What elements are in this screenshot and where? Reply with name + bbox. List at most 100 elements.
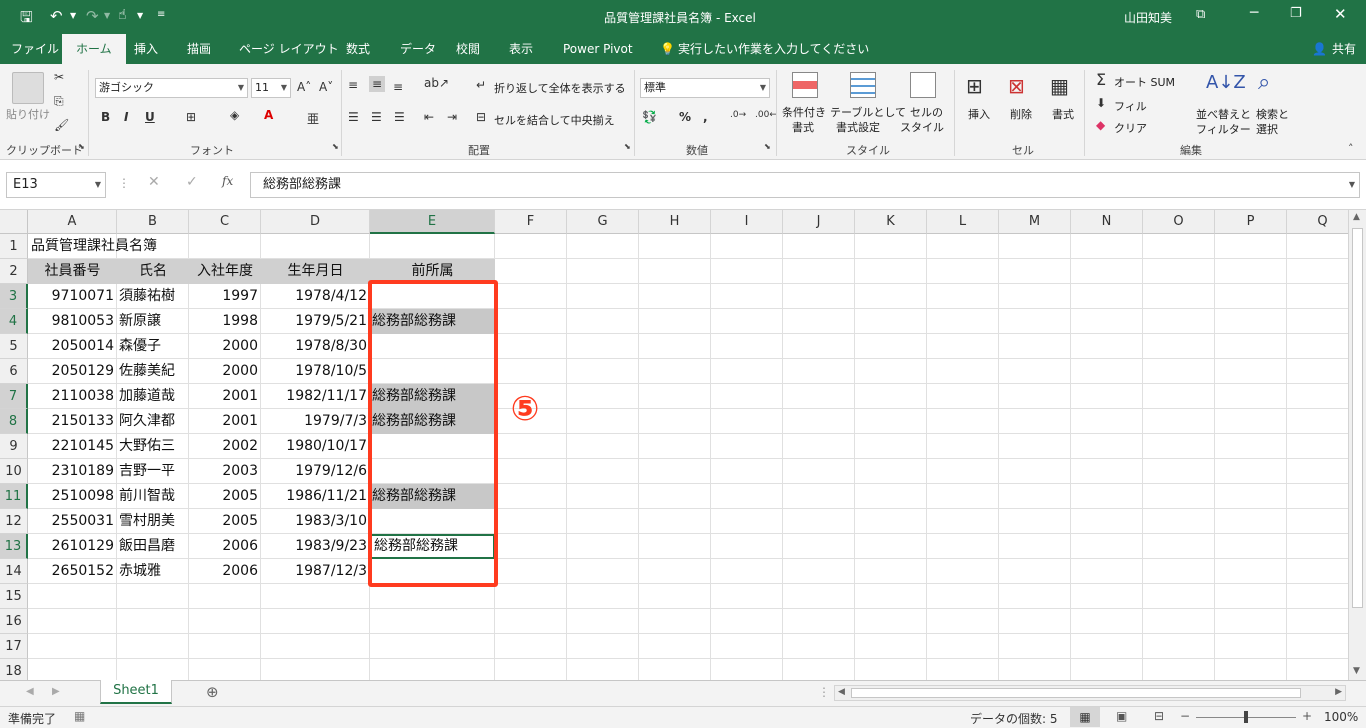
cell-previous-dept[interactable]: 総務部総務課	[370, 309, 495, 334]
autosum-button[interactable]: オート SUM	[1114, 74, 1175, 90]
clear-button[interactable]: クリア	[1114, 120, 1147, 136]
cell-previous-dept[interactable]	[370, 434, 495, 459]
column-header-c[interactable]: C	[189, 210, 261, 234]
cell-name[interactable]: 新原譲	[117, 309, 189, 334]
normal-view-icon[interactable]: ▦	[1070, 707, 1100, 727]
cell-employee-id[interactable]: 2610129	[28, 534, 117, 559]
conditional-format-label-1[interactable]: 条件付き	[782, 104, 826, 120]
ribbon-display-options-icon[interactable]: ⧉	[1196, 7, 1205, 22]
cell-join-year[interactable]: 2001	[189, 384, 261, 409]
save-icon[interactable]: 🖫	[20, 7, 33, 32]
header-cell[interactable]: 社員番号	[28, 259, 117, 284]
copy-icon[interactable]: ⎘	[54, 94, 64, 109]
increase-indent-icon[interactable]: ⇥	[447, 110, 457, 124]
undo-icon[interactable]: ↶	[50, 7, 63, 25]
cell-birth-date[interactable]: 1979/5/21	[261, 309, 370, 334]
cell-styles-icon[interactable]	[910, 72, 936, 98]
cell-previous-dept[interactable]	[370, 334, 495, 359]
column-header-a[interactable]: A	[28, 210, 117, 234]
fill-button[interactable]: フィル	[1114, 98, 1147, 114]
cell-styles-label-1[interactable]: セルの	[910, 104, 943, 120]
cell-birth-date[interactable]: 1978/4/12	[261, 284, 370, 309]
cell-employee-id[interactable]: 2510098	[28, 484, 117, 509]
cell-employee-id[interactable]: 2050129	[28, 359, 117, 384]
cell-employee-id[interactable]: 9710071	[28, 284, 117, 309]
customize-qat-icon[interactable]: ≡	[157, 9, 165, 20]
cell-birth-date[interactable]: 1978/10/5	[261, 359, 370, 384]
insert-function-icon[interactable]: fx	[222, 174, 233, 188]
cell-birth-date[interactable]: 1983/9/23	[261, 534, 370, 559]
autosum-icon[interactable]: Σ	[1096, 70, 1106, 89]
cell-birth-date[interactable]: 1978/8/30	[261, 334, 370, 359]
font-name-combo[interactable]: 游ゴシック ▼	[95, 78, 248, 98]
cell-employee-id[interactable]: 2210145	[28, 434, 117, 459]
number-launcher-icon[interactable]: ⬊	[764, 142, 771, 151]
cell-previous-dept[interactable]	[370, 459, 495, 484]
find-select-label-1[interactable]: 検索と	[1256, 106, 1289, 122]
worksheet-grid[interactable]: ABCDEFGHIJKLMNOPQ 1 2 3 4 5 6 7 8 9 10 11 12 13 14 15 1…	[0, 210, 1348, 680]
clear-icon[interactable]: ◆	[1096, 118, 1105, 132]
row-header-11[interactable]: 11	[0, 484, 28, 509]
cell-join-year[interactable]: 2005	[189, 509, 261, 534]
decrease-font-icon[interactable]: A˅	[319, 80, 333, 94]
wrap-text-icon[interactable]: ↵	[476, 78, 486, 92]
cell-previous-dept[interactable]	[370, 284, 495, 309]
sort-filter-icon[interactable]: A↓Z	[1206, 72, 1246, 93]
row-header-18[interactable]: 18	[0, 659, 28, 680]
cell-styles-label-2[interactable]: スタイル	[900, 119, 944, 135]
undo-dropdown-icon[interactable]: ▼	[70, 11, 76, 20]
share-button[interactable]: 共有	[1332, 34, 1356, 64]
cell-name[interactable]: 阿久津都	[117, 409, 189, 434]
format-cells-button[interactable]: 書式	[1052, 106, 1074, 122]
cell-birth-date[interactable]: 1986/11/21	[261, 484, 370, 509]
cell-employee-id[interactable]: 2050014	[28, 334, 117, 359]
fill-icon[interactable]: ⬇	[1096, 96, 1106, 110]
format-as-table-label-1[interactable]: テーブルとして	[830, 104, 906, 120]
redo-dropdown-icon[interactable]: ▼	[104, 11, 110, 20]
row-header-10[interactable]: 10	[0, 459, 28, 484]
increase-decimal-icon[interactable]: .0→	[730, 110, 746, 120]
column-header-g[interactable]: G	[567, 210, 639, 234]
redo-icon[interactable]: ↷	[86, 7, 99, 25]
cell-employee-id[interactable]: 2150133	[28, 409, 117, 434]
tell-me-search[interactable]: 実行したい作業を入力してください	[678, 34, 869, 64]
header-cell[interactable]: 氏名	[117, 259, 189, 284]
merge-center-button[interactable]: セルを結合して中央揃え	[494, 112, 615, 128]
sort-filter-label-2[interactable]: フィルター	[1196, 121, 1251, 137]
cell-birth-date[interactable]: 1979/12/6	[261, 459, 370, 484]
cell-join-year[interactable]: 2002	[189, 434, 261, 459]
row-header-7[interactable]: 7	[0, 384, 28, 409]
column-header-d[interactable]: D	[261, 210, 370, 234]
cell-join-year[interactable]: 1997	[189, 284, 261, 309]
column-header-m[interactable]: M	[999, 210, 1071, 234]
tab-insert[interactable]: 挿入	[134, 34, 158, 64]
insert-cells-icon[interactable]: ⊞	[966, 74, 983, 98]
horizontal-scrollbar[interactable]: ◀ ▶	[834, 685, 1346, 701]
cell-birth-date[interactable]: 1979/7/3	[261, 409, 370, 434]
column-header-p[interactable]: P	[1215, 210, 1287, 234]
decrease-decimal-icon[interactable]: .00←	[755, 110, 777, 120]
cell-birth-date[interactable]: 1982/11/17	[261, 384, 370, 409]
cell-join-year[interactable]: 2003	[189, 459, 261, 484]
row-header-14[interactable]: 14	[0, 559, 28, 584]
touch-mode-icon[interactable]: ☝	[118, 7, 127, 23]
row-header-5[interactable]: 5	[0, 334, 28, 359]
cell-name[interactable]: 加藤道哉	[117, 384, 189, 409]
column-header-o[interactable]: O	[1143, 210, 1215, 234]
cell-previous-dept[interactable]	[370, 509, 495, 534]
enter-icon[interactable]: ✓	[186, 174, 198, 190]
border-icon[interactable]: ⊞	[186, 110, 196, 124]
cell-name[interactable]: 雪村朋美	[117, 509, 189, 534]
tab-review[interactable]: 校閲	[456, 34, 480, 64]
sort-filter-label-1[interactable]: 並べ替えと	[1196, 106, 1251, 122]
header-cell[interactable]: 前所属	[370, 259, 495, 284]
font-color-icon[interactable]: A	[264, 108, 273, 122]
alignment-launcher-icon[interactable]: ⬊	[624, 142, 631, 151]
cell-previous-dept[interactable]	[370, 559, 495, 584]
cell-join-year[interactable]: 2000	[189, 359, 261, 384]
tab-home[interactable]: ホーム	[62, 34, 126, 64]
minimize-icon[interactable]: ─	[1250, 5, 1258, 21]
zoom-level[interactable]: 100%	[1324, 710, 1358, 724]
increase-font-icon[interactable]: A˄	[297, 80, 311, 94]
cancel-icon[interactable]: ✕	[148, 174, 160, 190]
